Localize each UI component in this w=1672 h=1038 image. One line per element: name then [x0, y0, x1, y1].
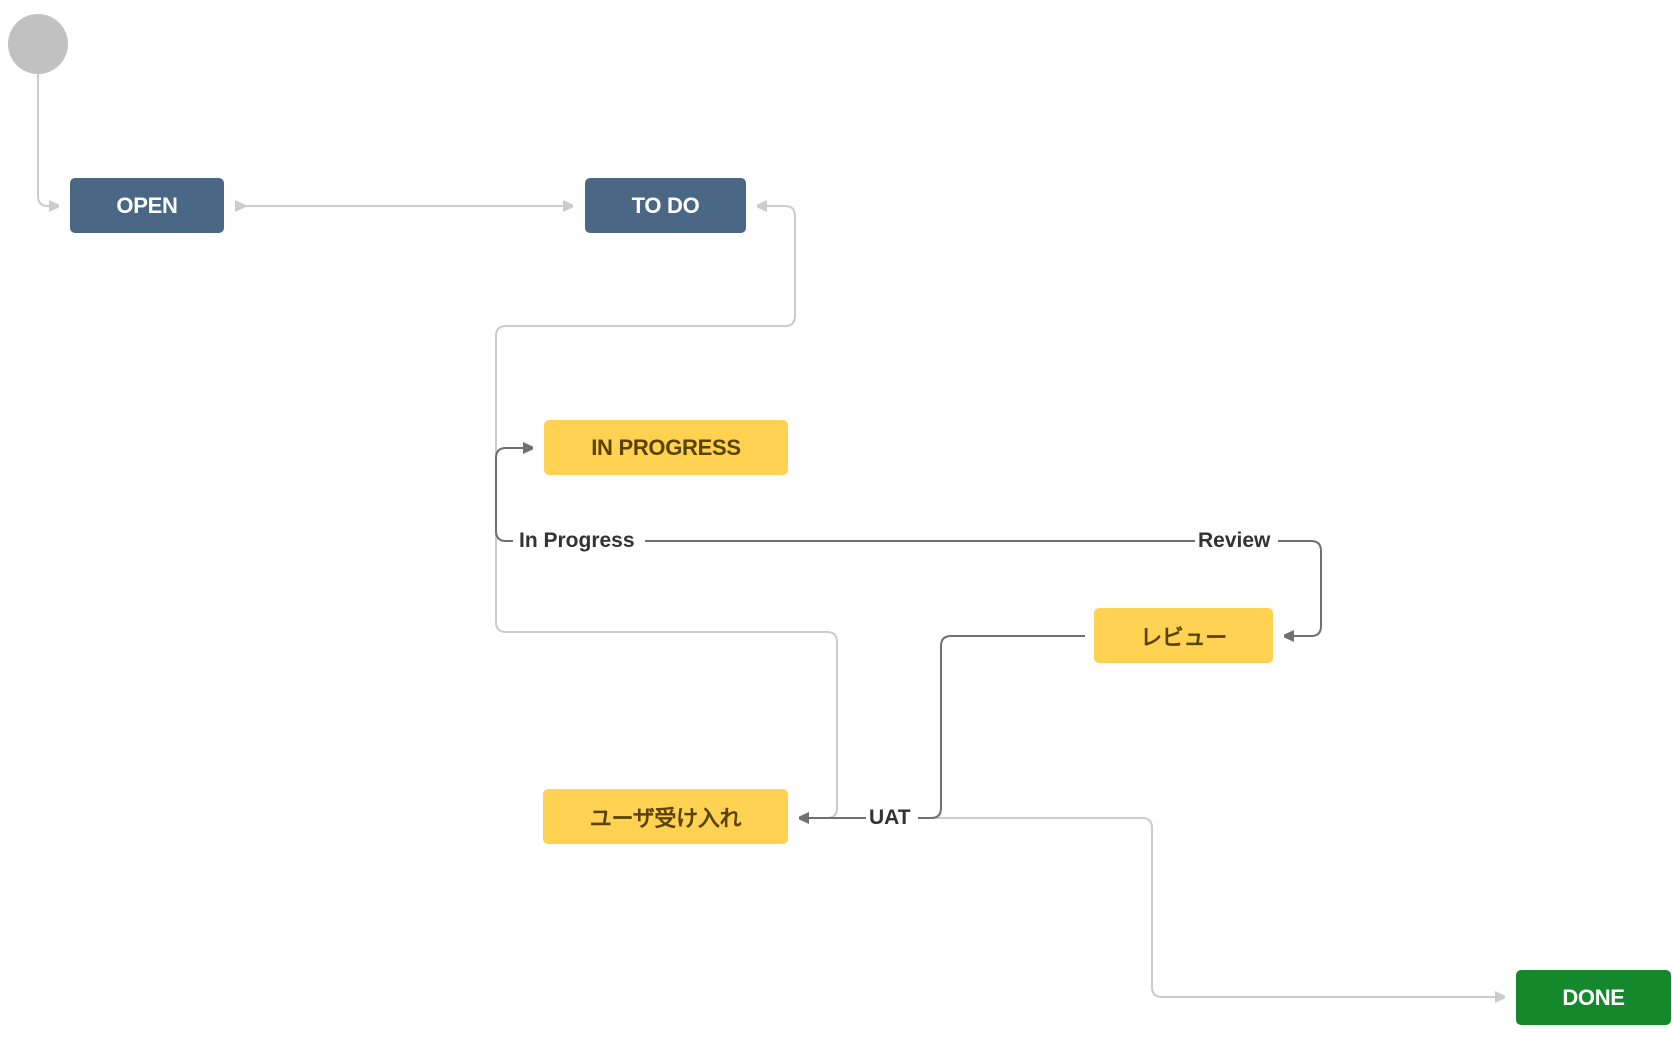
transition-inprogress-to-review[interactable]: [1278, 540, 1322, 636]
status-user-acceptance[interactable]: ユーザ受け入れ: [543, 789, 788, 844]
status-user-acceptance-label: ユーザ受け入れ: [589, 805, 742, 831]
status-done[interactable]: DONE: [1516, 970, 1671, 1025]
status-todo-label: TO DO: [631, 192, 700, 218]
transition-start-to-open[interactable]: [37, 74, 58, 206]
status-in-progress-label: IN PROGRESS: [591, 434, 741, 460]
transition-inprogress-to-uat[interactable]: [495, 446, 838, 819]
status-open[interactable]: OPEN: [70, 178, 224, 233]
transition-review-to-uat[interactable]: [800, 635, 1085, 818]
status-review-label: レビュー: [1140, 624, 1227, 650]
status-review[interactable]: レビュー: [1094, 608, 1273, 663]
status-todo[interactable]: TO DO: [585, 178, 746, 233]
workflow-canvas: [37, 74, 1672, 1038]
status-in-progress[interactable]: IN PROGRESS: [544, 420, 788, 475]
transition-label-uat[interactable]: UAT: [866, 806, 914, 830]
status-open-label: OPEN: [116, 192, 178, 218]
transition-inprogress-to-todo[interactable]: [495, 206, 796, 446]
transition-uat-to-done[interactable]: [918, 817, 1504, 997]
start-node: [8, 14, 68, 74]
status-done-label: DONE: [1562, 984, 1625, 1010]
transition-label-in-progress[interactable]: In Progress: [516, 529, 638, 553]
transition-label-review[interactable]: Review: [1195, 529, 1274, 553]
